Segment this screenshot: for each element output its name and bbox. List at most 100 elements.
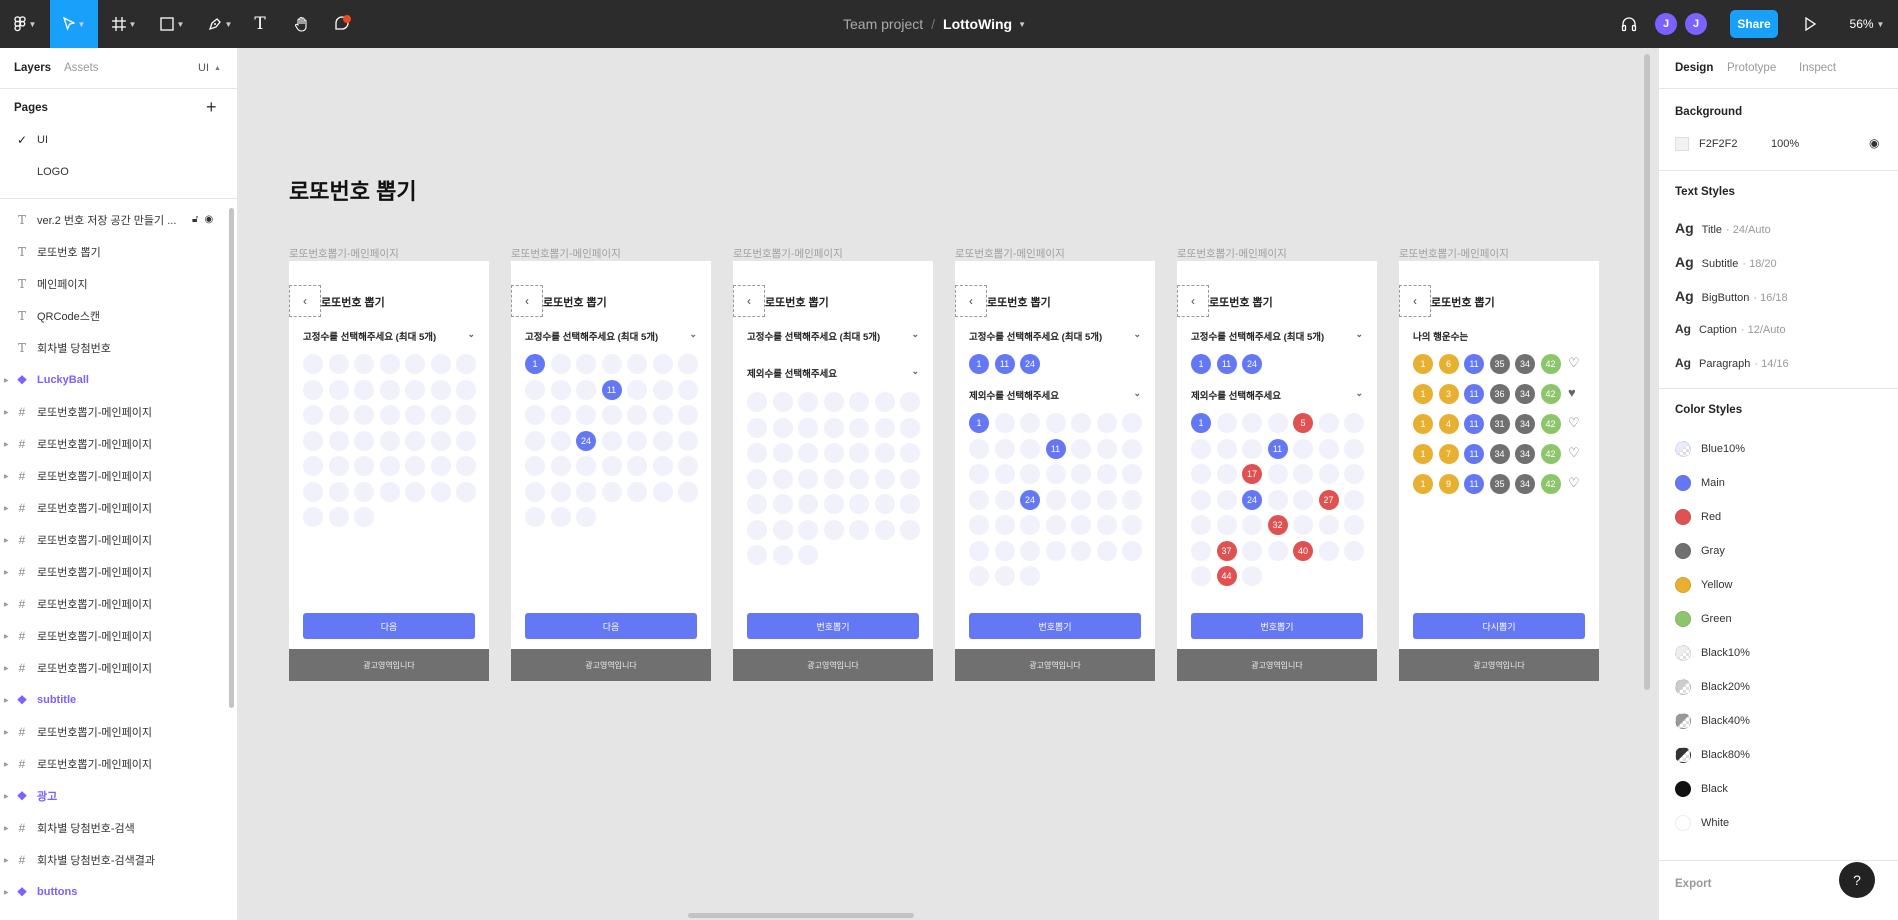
page-item-logo[interactable]: LOGO (0, 156, 232, 188)
lotto-ball[interactable] (1096, 438, 1117, 459)
frame-label[interactable]: 로또번호뽑기-메인페이지 (289, 246, 399, 261)
lotto-ball[interactable] (1122, 489, 1142, 510)
lotto-ball[interactable] (772, 519, 793, 540)
color-style-item[interactable]: Blue10% (1675, 441, 1745, 457)
canvas[interactable]: 로또번호 뽑기 로또번호뽑기-메인페이지 ‹ 로또번호 뽑기 고정수를 선택해주세요 … (239, 48, 1658, 920)
lotto-ball[interactable] (1216, 489, 1237, 510)
lotto-ball[interactable] (1318, 438, 1339, 459)
number-dropdown[interactable]: 제외수를 선택해주세요 ⌄ (1191, 388, 1363, 402)
lotto-ball[interactable] (1293, 464, 1313, 484)
lotto-ball[interactable]: 11 (1045, 438, 1066, 459)
text-style-item[interactable]: Ag Caption · 12/Auto (1675, 322, 1786, 336)
expand-arrow-icon[interactable]: ▶ (4, 441, 9, 448)
lotto-ball[interactable]: 32 (1267, 515, 1288, 535)
tab-layers[interactable]: Layers (14, 62, 51, 74)
primary-button[interactable]: 번호뽑기 (969, 613, 1141, 639)
lotto-ball[interactable] (354, 430, 374, 451)
lotto-ball[interactable] (550, 507, 571, 527)
shape-tool-button[interactable]: ▼ (152, 0, 192, 48)
lotto-ball[interactable] (430, 430, 451, 451)
background-opacity[interactable]: 100% (1771, 138, 1799, 150)
hand-tool-button[interactable] (288, 0, 316, 48)
lotto-ball[interactable] (652, 481, 673, 502)
lotto-ball[interactable] (328, 430, 349, 451)
lotto-ball[interactable] (601, 481, 622, 502)
text-style-item[interactable]: Ag Subtitle · 18/20 (1675, 254, 1777, 270)
lotto-ball[interactable] (1191, 438, 1211, 459)
lotto-ball[interactable] (1096, 413, 1117, 433)
lotto-ball[interactable] (652, 430, 673, 451)
lotto-ball[interactable] (1020, 438, 1040, 459)
lotto-ball[interactable] (1344, 515, 1364, 535)
lotto-ball[interactable] (379, 405, 400, 425)
lotto-ball[interactable] (1344, 438, 1364, 459)
expand-arrow-icon[interactable]: ▶ (4, 665, 9, 672)
lotto-ball[interactable] (823, 519, 844, 540)
lotto-ball[interactable]: 24 (576, 430, 596, 451)
lotto-ball[interactable] (354, 507, 374, 527)
lotto-ball[interactable] (525, 456, 545, 476)
lotto-ball[interactable] (772, 392, 793, 412)
lotto-ball[interactable] (1020, 464, 1040, 484)
lotto-ball[interactable] (772, 443, 793, 463)
lotto-ball[interactable] (994, 464, 1015, 484)
lotto-ball[interactable] (900, 443, 920, 463)
frame-tool-button[interactable]: ▼ (104, 0, 144, 48)
lotto-ball[interactable] (303, 481, 323, 502)
lock-icon[interactable]: 🔓︎ (192, 214, 198, 225)
lotto-ball[interactable] (328, 405, 349, 425)
lotto-ball[interactable] (405, 379, 425, 400)
lotto-ball[interactable] (874, 519, 895, 540)
primary-button[interactable]: 다음 (525, 613, 697, 639)
layer-item[interactable]: ▶ # 회차별 당첨번호-검색결과 (0, 844, 232, 876)
lotto-ball[interactable] (1071, 413, 1091, 433)
lotto-ball[interactable] (994, 413, 1015, 433)
audio-button[interactable] (1617, 0, 1641, 48)
expand-arrow-icon[interactable]: ▶ (4, 729, 9, 736)
lotto-ball[interactable] (550, 481, 571, 502)
number-dropdown[interactable]: 고정수를 선택해주세요 (최대 5개) ⌄ (303, 329, 475, 343)
lotto-ball[interactable] (576, 456, 596, 476)
lotto-ball[interactable]: 37 (1216, 540, 1237, 561)
lotto-ball[interactable] (1293, 489, 1313, 510)
lotto-ball[interactable]: 11 (1464, 354, 1484, 374)
lotto-ball[interactable] (900, 417, 920, 438)
lotto-ball[interactable]: 7 (1438, 444, 1459, 464)
lotto-ball[interactable] (678, 405, 698, 425)
lotto-ball[interactable] (405, 354, 425, 374)
lotto-ball[interactable] (303, 405, 323, 425)
avatar[interactable]: J (1685, 0, 1707, 48)
lotto-ball[interactable] (601, 354, 622, 374)
lotto-ball[interactable] (994, 540, 1015, 561)
lotto-ball[interactable]: 1 (1413, 444, 1433, 464)
lotto-ball[interactable] (652, 456, 673, 476)
layer-item[interactable]: T 메인페이지 (0, 268, 232, 300)
expand-arrow-icon[interactable]: ▶ (4, 473, 9, 480)
number-dropdown[interactable]: 제외수를 선택해주세요 ⌄ (969, 388, 1141, 402)
lotto-ball[interactable] (1191, 515, 1211, 535)
lotto-ball[interactable] (525, 507, 545, 527)
phone-frame[interactable]: ‹ 로또번호 뽑기 고정수를 선택해주세요 (최대 5개) ⌄ 다음 광고영역입니다 (289, 261, 489, 681)
lotto-ball[interactable] (1045, 540, 1066, 561)
primary-button[interactable]: 다시뽑기 (1413, 613, 1585, 639)
lotto-ball[interactable] (405, 430, 425, 451)
lotto-ball[interactable] (1293, 438, 1313, 459)
lotto-ball[interactable] (1045, 489, 1066, 510)
lotto-ball[interactable] (576, 507, 596, 527)
lotto-ball[interactable]: 31 (1489, 414, 1510, 434)
lotto-ball[interactable] (823, 443, 844, 463)
lotto-ball[interactable] (798, 417, 818, 438)
lotto-ball[interactable]: 1 (1191, 413, 1211, 433)
zoom-dropdown[interactable]: 56% ▼ (1846, 0, 1888, 48)
help-button[interactable]: ? (1839, 862, 1875, 898)
lotto-ball[interactable] (1216, 438, 1237, 459)
number-dropdown[interactable]: 고정수를 선택해주세요 (최대 5개) ⌄ (525, 329, 697, 343)
lotto-ball[interactable] (328, 379, 349, 400)
number-dropdown[interactable]: 고정수를 선택해주세요 (최대 5개) ⌄ (969, 329, 1141, 343)
lotto-ball[interactable] (747, 545, 767, 565)
lotto-ball[interactable] (354, 481, 374, 502)
lotto-ball[interactable] (798, 545, 818, 565)
lotto-ball[interactable] (430, 456, 451, 476)
export-heading[interactable]: Export (1675, 878, 1711, 890)
lotto-ball[interactable] (525, 405, 545, 425)
